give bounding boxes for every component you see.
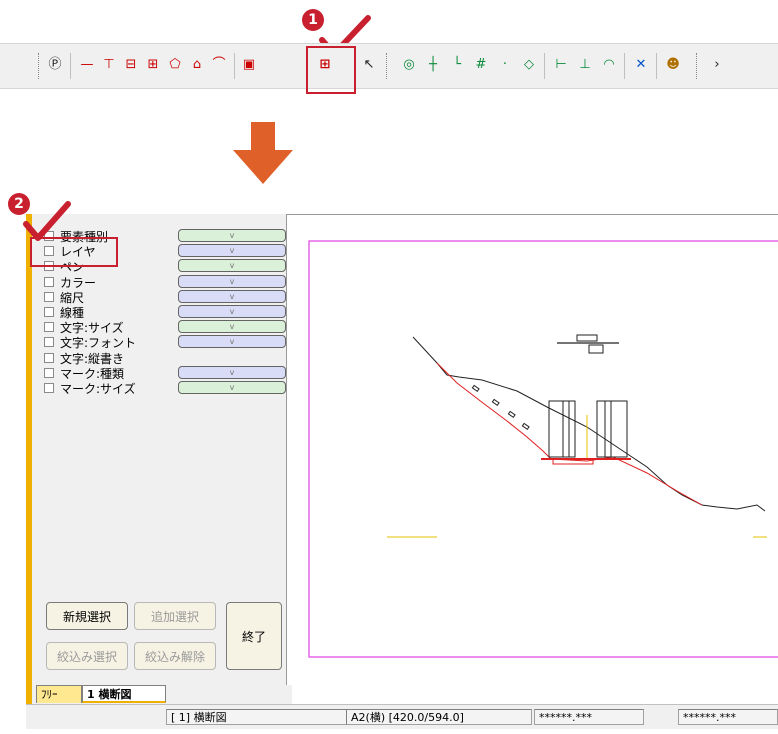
filter-checkbox[interactable] [44, 277, 54, 287]
filter-checkbox[interactable] [44, 322, 54, 332]
drawing-toolbar: Ⓟ — ⊤ ⊟ ⊞ ⬠ ⌂ ⌒ ▣ ⊞ ↖ ◎ ┼ └ # · ◇ ⊢ ⊥ ◠ … [0, 43, 778, 89]
tab-free[interactable]: ﾌﾘｰ [36, 685, 82, 703]
more-icon[interactable]: › [708, 56, 726, 74]
pen-icon[interactable]: Ⓟ [46, 56, 64, 74]
grid-rect-icon[interactable]: ⊞ [144, 56, 162, 74]
drawing-canvas[interactable] [286, 214, 778, 685]
filter-dropdown[interactable]: v [178, 290, 286, 303]
status-bar: [ 1] 横断図 A2(横) [420.0/594.0] ******.*** … [26, 704, 778, 729]
selection-panel: 要素種別 v レイヤ v ペン v カラー v 縮尺 v 線種 v 文字:サイズ v 文字:フォント v 文字:… [26, 214, 292, 704]
snap-x-icon[interactable]: ✕ [632, 56, 650, 74]
new-select-button[interactable]: 新規選択 [46, 602, 128, 630]
down-arrow-icon [233, 122, 293, 184]
filter-dropdown[interactable]: v [178, 320, 286, 333]
status-coord-x: ******.*** [534, 709, 644, 725]
filter-dropdown[interactable]: v [178, 229, 286, 242]
highlight-box [306, 46, 356, 94]
toolbar-grip[interactable] [38, 53, 42, 79]
narrow-select-button[interactable]: 絞込み選択 [46, 642, 128, 670]
status-coord-y: ******.*** [678, 709, 778, 725]
toolbar-separator [70, 53, 71, 79]
toolbar-separator [656, 53, 657, 79]
toolbar-separator [624, 53, 625, 79]
snap-diamond-icon[interactable]: ◇ [520, 56, 538, 74]
narrow-clear-button[interactable]: 絞込み解除 [134, 642, 216, 670]
snap-cross-icon[interactable]: ┼ [424, 56, 442, 74]
filter-checkbox[interactable] [44, 353, 54, 363]
filter-row[interactable]: マーク:サイズ [44, 380, 136, 396]
pointer-icon[interactable]: ↖ [360, 56, 378, 74]
cross-section-drawing [308, 240, 778, 658]
snap-corner-icon[interactable]: └ [448, 56, 466, 74]
filter-checkbox[interactable] [44, 292, 54, 302]
snap-arc-icon[interactable]: ◠ [600, 56, 618, 74]
filter-dropdown[interactable]: v [178, 381, 286, 394]
filter-dropdown[interactable]: v [178, 335, 286, 348]
finish-button[interactable]: 終了 [226, 602, 282, 670]
label-icon[interactable]: ▣ [240, 56, 258, 74]
snap-hash-icon[interactable]: # [472, 56, 490, 74]
snap-circle-icon[interactable]: ◎ [400, 56, 418, 74]
filter-checkbox[interactable] [44, 337, 54, 347]
pentagon-icon[interactable]: ⬠ [166, 56, 184, 74]
status-paper: A2(横) [420.0/594.0] [346, 709, 532, 725]
filter-dropdown[interactable]: v [178, 366, 286, 379]
rectangle-icon[interactable]: ⊟ [122, 56, 140, 74]
filter-checkbox[interactable] [44, 368, 54, 378]
filter-checkbox[interactable] [44, 383, 54, 393]
toolbar-separator [234, 53, 235, 79]
filter-label: マーク:サイズ [60, 381, 136, 396]
snap-point-icon[interactable]: · [496, 56, 514, 74]
toolbar-grip[interactable] [386, 53, 390, 79]
filter-row[interactable]: 文字:フォント [44, 334, 136, 350]
toolbar-grip[interactable] [696, 53, 700, 79]
filter-dropdown[interactable]: v [178, 305, 286, 318]
filter-dropdown[interactable]: v [178, 259, 286, 272]
snap-end-icon[interactable]: ⊢ [552, 56, 570, 74]
house-icon[interactable]: ⌂ [188, 56, 206, 74]
cross-line-icon[interactable]: ⊤ [100, 56, 118, 74]
filter-checkbox[interactable] [44, 307, 54, 317]
toolbar-separator [544, 53, 545, 79]
tab-cross-section[interactable]: 1 横断図 [82, 685, 166, 703]
filter-dropdown[interactable]: v [178, 244, 286, 257]
add-select-button[interactable]: 追加選択 [134, 602, 216, 630]
filter-dropdown[interactable]: v [178, 275, 286, 288]
snap-person-icon[interactable]: ☻ [664, 56, 682, 74]
filter-label: 文字:フォント [60, 335, 137, 350]
snap-mid-icon[interactable]: ⊥ [576, 56, 594, 74]
arc-icon[interactable]: ⌒ [210, 56, 228, 74]
highlight-box [30, 237, 118, 267]
line-icon[interactable]: — [78, 56, 96, 74]
